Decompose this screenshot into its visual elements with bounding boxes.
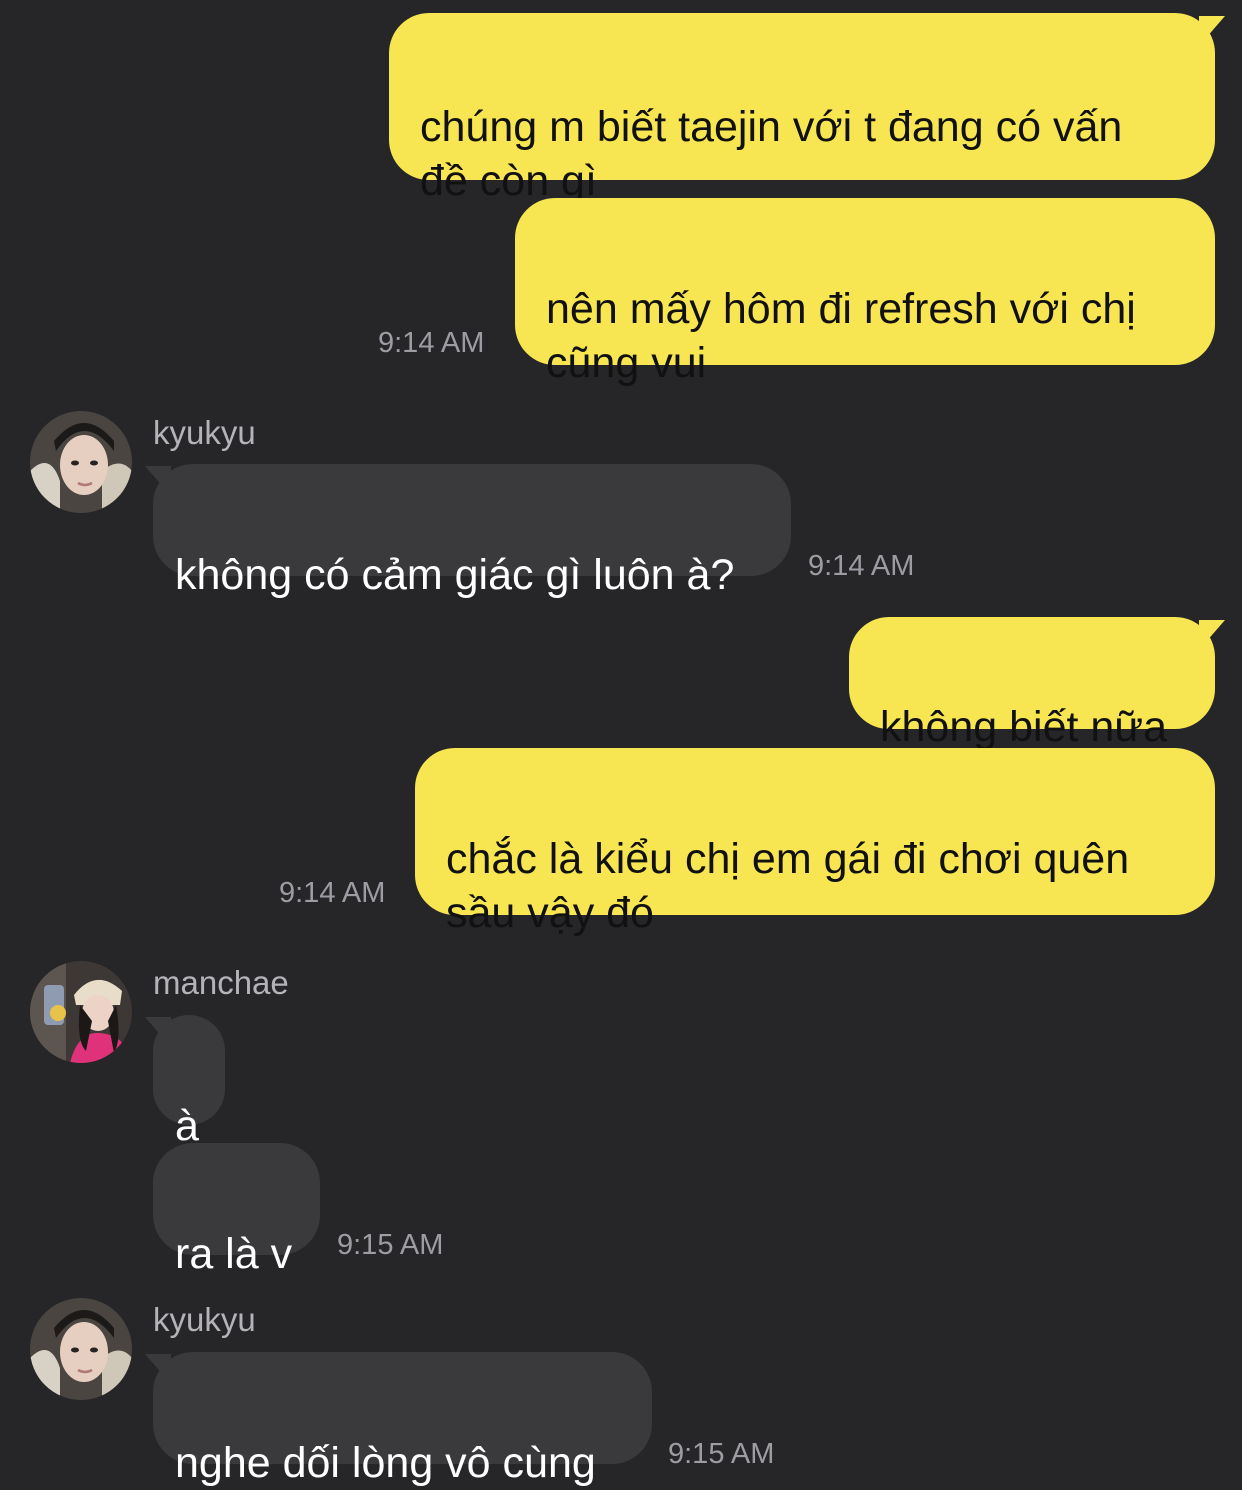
message-timestamp: 9:15 AM [337, 1229, 444, 1261]
message-text: nên mấy hôm đi refresh với chị cũng vui [546, 285, 1136, 387]
message-text: ra là v [175, 1230, 293, 1278]
message-text: không biết nữa [880, 703, 1167, 751]
received-message-bubble[interactable]: ra là v [153, 1143, 320, 1278]
avatar-kyukyu[interactable] [30, 1298, 132, 1400]
message-text: chắc là kiểu chị em gái đi chơi quên sầu… [446, 835, 1130, 937]
avatar-photo-icon [30, 961, 132, 1063]
sent-message-bubble[interactable]: chắc là kiểu chị em gái đi chơi quên sầu… [415, 748, 1215, 937]
message-timestamp: 9:14 AM [808, 550, 915, 582]
message-timestamp: 9:14 AM [279, 877, 386, 909]
bubble-tail [1199, 620, 1225, 650]
sender-name: manchae [153, 964, 289, 1001]
avatar-kyukyu[interactable] [30, 411, 132, 513]
received-message-bubble[interactable]: à [153, 1015, 225, 1150]
sent-message-bubble[interactable]: chúng m biết taejin với t đang có vấn đề… [389, 13, 1215, 205]
avatar-photo-icon [30, 1298, 132, 1400]
message-timestamp: 9:14 AM [378, 327, 485, 359]
message-text: chúng m biết taejin với t đang có vấn đề… [420, 103, 1123, 205]
sent-message-bubble[interactable]: không biết nữa [849, 617, 1215, 751]
sent-message-bubble[interactable]: nên mấy hôm đi refresh với chị cũng vui [515, 198, 1215, 387]
message-text: không có cảm giác gì luôn à? [175, 551, 735, 599]
sender-name: kyukyu [153, 1301, 256, 1338]
message-timestamp: 9:15 AM [668, 1438, 775, 1470]
avatar-photo-icon [30, 411, 132, 513]
avatar-manchae[interactable] [30, 961, 132, 1063]
message-text: nghe dối lòng vô cùng [175, 1439, 596, 1487]
bubble-tail [1199, 16, 1225, 46]
sender-name: kyukyu [153, 414, 256, 451]
received-message-bubble[interactable]: nghe dối lòng vô cùng [153, 1352, 652, 1487]
received-message-bubble[interactable]: không có cảm giác gì luôn à? [153, 464, 791, 599]
